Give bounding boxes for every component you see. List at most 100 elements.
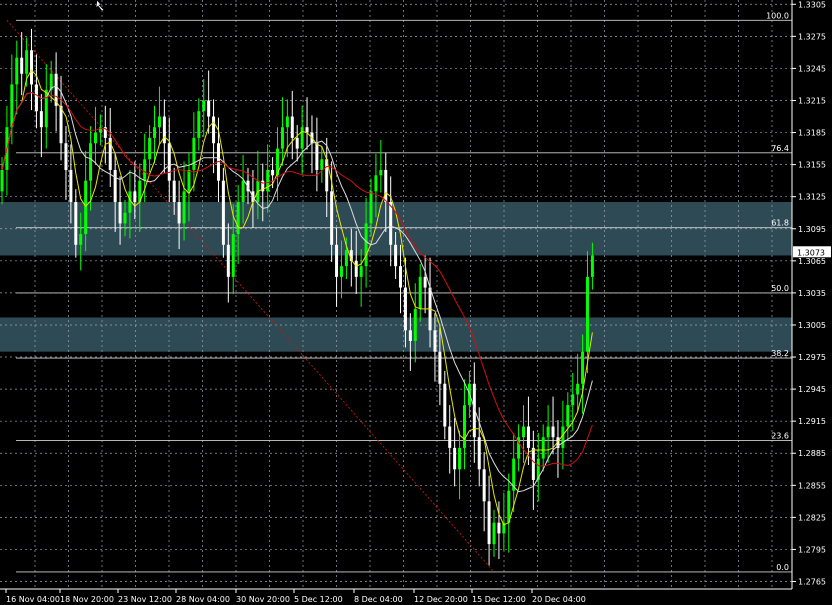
y-tick-label: 1.3065 <box>798 257 826 266</box>
candle-body <box>339 266 343 277</box>
candle-body <box>84 180 88 235</box>
candle-body <box>344 250 348 267</box>
y-tick-label: 1.2915 <box>798 417 826 426</box>
candle-body <box>34 84 38 112</box>
candle-body <box>93 132 97 144</box>
candle-body <box>418 276 422 309</box>
candle-body <box>566 405 570 427</box>
candle-body <box>64 143 68 170</box>
candle-body <box>482 469 486 502</box>
y-tick-label: 1.2855 <box>798 481 826 490</box>
candle-body <box>182 191 186 224</box>
candle-body <box>59 105 63 144</box>
candle-body <box>226 244 230 277</box>
candle-body <box>522 426 526 438</box>
current-price-label: 1.3073 <box>797 248 825 257</box>
candle-body <box>157 116 161 128</box>
candle-body <box>207 100 211 117</box>
plot-background <box>0 0 832 605</box>
candle-body <box>236 202 240 235</box>
fib-level-label: 23.6 <box>771 431 789 440</box>
candle-body <box>399 266 403 288</box>
candle-body <box>354 260 358 277</box>
x-tick-label: 23 Nov 12:00 <box>118 595 172 604</box>
candle-body <box>285 116 289 128</box>
candle-body <box>438 351 442 384</box>
fib-level-label: 76.4 <box>771 144 789 153</box>
candle-body <box>487 501 491 545</box>
candle-body <box>423 276 427 288</box>
candle-body <box>531 447 535 480</box>
x-tick-label: 5 Dec 12:00 <box>294 595 343 604</box>
y-tick-label: 1.2945 <box>798 385 826 394</box>
candle-body <box>541 437 545 459</box>
x-tick-label: 28 Nov 04:00 <box>176 595 230 604</box>
candle-body <box>69 169 73 203</box>
candle-body <box>0 169 4 192</box>
candle-body <box>25 50 29 74</box>
candle-body <box>266 169 270 192</box>
fib-level-label: 0.0 <box>776 563 789 572</box>
candle-body <box>453 447 457 470</box>
candle-body <box>413 308 417 341</box>
candle-body <box>118 202 122 224</box>
candle-body <box>330 191 334 245</box>
candle-body <box>526 426 530 448</box>
y-tick-label: 1.3275 <box>798 32 826 41</box>
candle-body <box>335 244 339 277</box>
candle-body <box>384 169 388 203</box>
fib-level-label: 61.8 <box>771 219 789 228</box>
candle-body <box>389 202 393 245</box>
y-tick-label: 1.3125 <box>798 193 826 202</box>
price-chart: 100.0 76.4 61.8 50.0 38.2 23.6 0.0 1.3305 1.327… <box>0 0 832 605</box>
candle-body <box>300 127 304 149</box>
candle-body <box>20 57 24 74</box>
candle-body <box>492 522 496 545</box>
candle-body <box>15 57 19 85</box>
candle-body <box>576 383 580 395</box>
candle-body <box>369 191 373 224</box>
candle-body <box>192 137 196 170</box>
candle-body <box>394 244 398 267</box>
candle-body <box>212 116 216 144</box>
candle-body <box>113 169 117 203</box>
candle-body <box>231 234 235 277</box>
candle-body <box>408 330 412 341</box>
x-tick-label: 18 Nov 20:00 <box>60 595 114 604</box>
x-tick-label: 12 Dec 20:00 <box>414 595 468 604</box>
x-tick-label: 20 Dec 04:00 <box>532 595 586 604</box>
candle-body <box>433 330 437 352</box>
candle-body <box>10 84 14 128</box>
candle-body <box>202 100 206 112</box>
fib-level-label: 100.0 <box>766 11 789 20</box>
candle-body <box>448 426 452 448</box>
x-tick-label: 30 Nov 20:00 <box>236 595 290 604</box>
candle-body <box>280 127 284 149</box>
candle-body <box>359 266 363 277</box>
candle-body <box>379 169 383 176</box>
y-tick-label: 1.3305 <box>798 0 826 9</box>
y-tick-label: 1.2795 <box>798 545 826 554</box>
y-tick-label: 1.2975 <box>798 353 826 362</box>
candle-body <box>462 405 466 448</box>
candle-body <box>458 447 462 470</box>
x-tick-label: 15 Dec 12:00 <box>472 595 526 604</box>
candle-body <box>403 287 407 331</box>
candle-body <box>305 127 309 133</box>
candle-body <box>585 276 589 352</box>
x-tick-label: 8 Dec 04:00 <box>354 595 403 604</box>
candle-body <box>172 180 176 203</box>
candle-body <box>221 180 225 245</box>
candle-body <box>477 437 481 470</box>
y-tick-label: 1.3185 <box>798 129 826 138</box>
y-tick-label: 1.3095 <box>798 225 826 234</box>
candle-body <box>315 143 319 170</box>
candle-body <box>187 169 191 192</box>
candle-body <box>133 191 137 203</box>
candle-body <box>271 169 275 176</box>
y-tick-label: 1.3245 <box>798 64 826 73</box>
candle-body <box>241 180 245 203</box>
candle-body <box>551 426 555 438</box>
candle-body <box>320 159 324 170</box>
y-tick-label: 1.3155 <box>798 161 826 170</box>
